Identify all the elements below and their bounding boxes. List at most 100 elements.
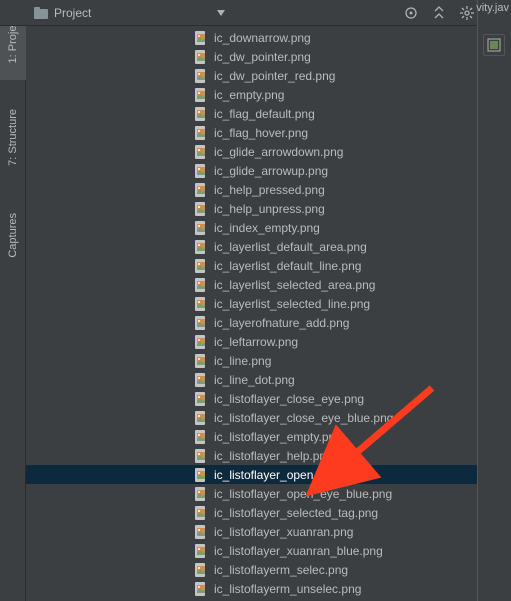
image-file-icon	[194, 335, 208, 349]
file-name-label: ic_help_pressed.png	[214, 183, 325, 197]
project-view-combo[interactable]: Project	[26, 2, 233, 24]
tree-file-item[interactable]: ic_leftarrow.png	[26, 332, 511, 351]
tree-file-item[interactable]: ic_flag_default.png	[26, 104, 511, 123]
image-file-icon	[194, 202, 208, 216]
chevron-down-icon	[217, 10, 225, 16]
file-name-label: ic_listoflayer_close_eye.png	[214, 392, 364, 406]
tree-file-item[interactable]: ic_help_unpress.png	[26, 199, 511, 218]
file-name-label: ic_flag_default.png	[214, 107, 315, 121]
tree-file-item[interactable]: ic_listoflayer_help.png	[26, 446, 511, 465]
image-file-icon	[194, 430, 208, 444]
image-file-icon	[194, 316, 208, 330]
structure-tab-label: 7: Structure	[7, 109, 19, 166]
tree-file-item[interactable]: ic_glide_arrowup.png	[26, 161, 511, 180]
tree-file-item[interactable]: ic_line.png	[26, 351, 511, 370]
tree-file-item[interactable]: ic_listoflayer_xuanran_blue.png	[26, 541, 511, 560]
tree-file-item[interactable]: ic_listoflayer_empty.png	[26, 427, 511, 446]
image-file-icon	[194, 88, 208, 102]
file-name-label: ic_empty.png	[214, 88, 284, 102]
tree-file-item[interactable]: ic_glide_arrowdown.png	[26, 142, 511, 161]
file-name-label: ic_dw_pointer.png	[214, 50, 311, 64]
captures-tab-label: Captures	[7, 213, 19, 258]
tree-file-item[interactable]: ic_dw_pointer_red.png	[26, 66, 511, 85]
tree-file-item[interactable]: ic_line_dot.png	[26, 370, 511, 389]
tree-file-item[interactable]: ic_layerlist_selected_line.png	[26, 294, 511, 313]
image-file-icon	[194, 544, 208, 558]
file-name-label: ic_layerlist_default_line.png	[214, 259, 361, 273]
file-name-label: ic_listoflayerm_unselec.png	[214, 582, 361, 596]
tree-file-item[interactable]: ic_listoflayer_close_eye_blue.png	[26, 408, 511, 427]
image-file-icon	[194, 259, 208, 273]
image-file-icon	[194, 506, 208, 520]
file-name-label: ic_flag_hover.png	[214, 126, 308, 140]
image-file-icon	[194, 278, 208, 292]
tree-file-item[interactable]: ic_listoflayer_xuanran.png	[26, 522, 511, 541]
image-file-icon	[194, 297, 208, 311]
file-name-label: ic_listoflayer_open_eye.png	[214, 468, 363, 482]
file-name-label: ic_line_dot.png	[214, 373, 295, 387]
tree-file-item[interactable]: ic_listoflayer_selected_tag.png	[26, 503, 511, 522]
tree-file-item[interactable]: ic_listoflayerm_selec.png	[26, 560, 511, 579]
scroll-from-source-button[interactable]	[401, 3, 421, 23]
tree-file-item[interactable]: ic_layerofnature_add.png	[26, 313, 511, 332]
tree-file-item[interactable]: ic_listoflayer_close_eye.png	[26, 389, 511, 408]
tree-file-item[interactable]: ic_layerlist_selected_area.png	[26, 275, 511, 294]
folder-icon	[34, 7, 48, 19]
file-name-label: ic_listoflayer_open_eye_blue.png	[214, 487, 392, 501]
collapse-all-button[interactable]	[429, 3, 449, 23]
file-name-label: ic_line.png	[214, 354, 271, 368]
file-name-label: ic_listoflayer_selected_tag.png	[214, 506, 378, 520]
image-file-icon	[194, 563, 208, 577]
image-file-icon	[194, 183, 208, 197]
tool-window-tab-structure[interactable]: 7: Structure	[0, 90, 26, 185]
file-name-label: ic_listoflayerm_selec.png	[214, 563, 348, 577]
tree-file-item[interactable]: ic_listoflayer_open_eye_blue.png	[26, 484, 511, 503]
tree-file-item[interactable]: ic_index_empty.png	[26, 218, 511, 237]
tool-window-bar-left: 1: Project 7: Structure Captures	[0, 0, 26, 601]
tree-file-item[interactable]: ic_listoflayer_open_eye.png	[26, 465, 511, 484]
file-name-label: ic_listoflayer_help.png	[214, 449, 333, 463]
file-name-label: ic_downarrow.png	[214, 31, 311, 45]
tree-file-item[interactable]: ic_dw_pointer.png	[26, 47, 511, 66]
image-file-icon	[194, 107, 208, 121]
file-name-label: ic_layerlist_default_area.png	[214, 240, 367, 254]
project-view-label: Project	[54, 6, 91, 20]
editor-area: vity.jav	[477, 0, 511, 601]
file-name-label: ic_listoflayer_empty.png	[214, 430, 342, 444]
tree-file-item[interactable]: ic_help_pressed.png	[26, 180, 511, 199]
image-file-icon	[194, 69, 208, 83]
file-name-label: ic_glide_arrowdown.png	[214, 145, 343, 159]
file-name-label: ic_listoflayer_xuanran.png	[214, 525, 353, 539]
file-name-label: ic_layerlist_selected_area.png	[214, 278, 375, 292]
file-name-label: ic_leftarrow.png	[214, 335, 298, 349]
tree-file-item[interactable]: ic_layerlist_default_line.png	[26, 256, 511, 275]
image-file-icon	[194, 373, 208, 387]
tree-file-item[interactable]: ic_downarrow.png	[26, 28, 511, 47]
file-name-label: ic_layerofnature_add.png	[214, 316, 349, 330]
file-name-label: ic_index_empty.png	[214, 221, 320, 235]
preview-toggle-button[interactable]	[483, 34, 505, 56]
image-file-icon	[194, 468, 208, 482]
image-file-icon	[194, 487, 208, 501]
image-file-icon	[194, 145, 208, 159]
tree-file-item[interactable]: ic_empty.png	[26, 85, 511, 104]
image-file-icon	[194, 354, 208, 368]
editor-tab-fragment[interactable]: vity.jav	[476, 2, 509, 14]
settings-button[interactable]	[457, 3, 477, 23]
project-tree[interactable]: ic_downarrow.png ic_dw_pointer.png ic_dw_p…	[26, 26, 511, 601]
file-name-label: ic_glide_arrowup.png	[214, 164, 328, 178]
file-name-label: ic_layerlist_selected_line.png	[214, 297, 370, 311]
tool-window-tab-captures[interactable]: Captures	[0, 195, 26, 275]
tree-file-item[interactable]: ic_listoflayerm_unselec.png	[26, 579, 511, 598]
tree-file-item[interactable]: ic_flag_hover.png	[26, 123, 511, 142]
image-file-icon	[194, 449, 208, 463]
image-file-icon	[194, 31, 208, 45]
tree-file-item[interactable]: ic_layerlist_default_area.png	[26, 237, 511, 256]
project-toolwindow-header: Project	[0, 0, 511, 26]
image-file-icon	[194, 392, 208, 406]
file-name-label: ic_listoflayer_xuanran_blue.png	[214, 544, 383, 558]
image-file-icon	[194, 582, 208, 596]
image-file-icon	[194, 50, 208, 64]
image-file-icon	[194, 164, 208, 178]
image-file-icon	[194, 411, 208, 425]
